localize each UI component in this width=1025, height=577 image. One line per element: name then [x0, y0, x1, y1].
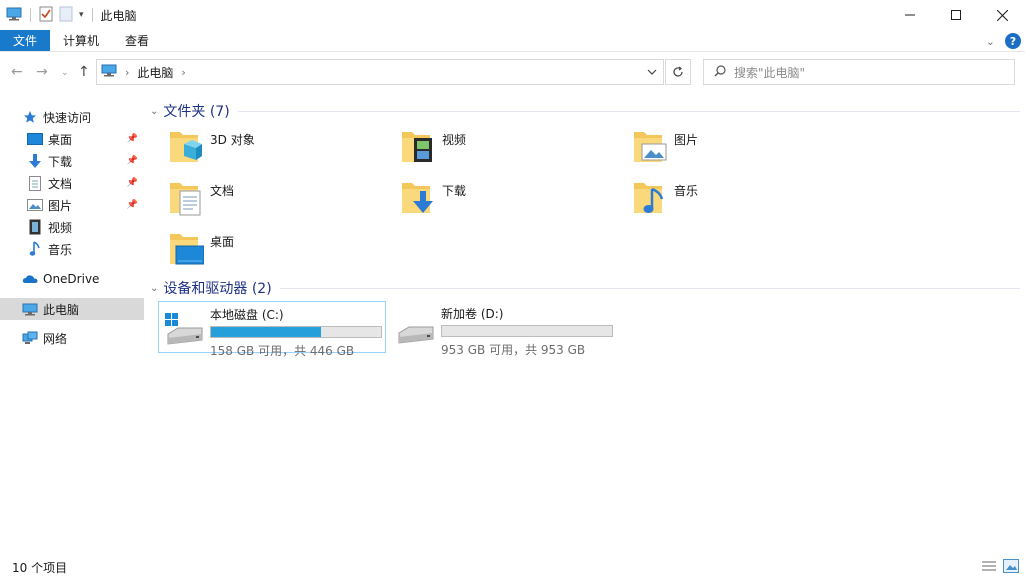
- search-placeholder: 搜索"此电脑": [734, 65, 806, 80]
- sidebar-item-onedrive[interactable]: OneDrive: [0, 268, 144, 290]
- search-icon: [714, 64, 726, 80]
- pin-icon[interactable]: 📌: [127, 156, 138, 166]
- drive-name: 本地磁盘 (C:): [210, 308, 284, 322]
- pin-icon[interactable]: 📌: [127, 178, 138, 188]
- up-arrow-icon[interactable]: ↑: [78, 64, 90, 80]
- details-view-icon[interactable]: [981, 559, 997, 576]
- drive-name: 新加卷 (D:): [441, 307, 504, 321]
- group-divider: [237, 110, 1020, 112]
- status-bar: 10 个项目: [0, 557, 1025, 577]
- drive-icon: [395, 311, 435, 348]
- drives-group-header[interactable]: ⌄ 设备和驱动器 (2): [150, 278, 1020, 298]
- music-note-icon: [27, 241, 43, 257]
- refresh-button[interactable]: [665, 59, 691, 85]
- chevron-down-icon[interactable]: ⌄: [150, 283, 158, 294]
- navigation-pane: 快速访问 桌面 📌 下载 📌 文档 📌 图片 📌 视频 音乐 OneDrive …: [0, 100, 144, 349]
- large-icons-view-icon[interactable]: [1003, 559, 1019, 576]
- ribbon-tabs: 文件 计算机 查看 ⌄ ?: [0, 30, 1025, 52]
- address-dropdown-icon[interactable]: [640, 59, 664, 85]
- address-bar[interactable]: › 此电脑 ›: [96, 59, 664, 85]
- search-input[interactable]: 搜索"此电脑": [703, 59, 1015, 85]
- folder-music[interactable]: 音乐: [632, 177, 864, 225]
- sidebar-item-pictures[interactable]: 图片 📌: [0, 194, 144, 216]
- sidebar-item-videos[interactable]: 视频: [0, 216, 144, 238]
- drive-info: 本地磁盘 (C:) 158 GB 可用，共 446 GB: [210, 306, 382, 359]
- 3d-objects-folder-icon: [168, 126, 204, 169]
- minimize-button[interactable]: [887, 0, 933, 30]
- close-button[interactable]: [979, 0, 1025, 30]
- drive-usage-fill: [211, 327, 321, 337]
- film-icon: [27, 219, 43, 235]
- properties-icon[interactable]: [39, 6, 53, 25]
- tab-file[interactable]: 文件: [0, 30, 50, 51]
- view-switcher: [981, 559, 1019, 576]
- toolbar-divider: [91, 8, 93, 22]
- folder-3d-objects[interactable]: 3D 对象: [168, 126, 400, 174]
- folder-pictures[interactable]: 图片: [632, 126, 864, 174]
- toolbar-divider: [30, 8, 31, 22]
- window-controls: [887, 0, 1025, 30]
- drive-c[interactable]: 本地磁盘 (C:) 158 GB 可用，共 446 GB: [158, 301, 386, 358]
- folder-desktop[interactable]: 桌面: [168, 228, 400, 276]
- chevron-down-icon[interactable]: ⌄: [150, 106, 158, 117]
- drive-d[interactable]: 新加卷 (D:) 953 GB 可用，共 953 GB: [390, 301, 618, 357]
- tab-computer[interactable]: 计算机: [50, 30, 112, 51]
- chevron-right-icon[interactable]: ›: [181, 66, 185, 79]
- network-icon: [22, 330, 38, 346]
- new-folder-icon[interactable]: [59, 6, 73, 25]
- ribbon-right-controls: ⌄ ?: [986, 30, 1021, 52]
- address-row: ← → ⌄ ↑ › 此电脑 › 搜索"此电脑": [0, 56, 1025, 88]
- title-bar: ▾ 此电脑: [0, 0, 1025, 30]
- folder-documents[interactable]: 文档: [168, 177, 400, 225]
- computer-icon: [101, 64, 117, 80]
- expand-ribbon-icon[interactable]: ⌄: [986, 35, 995, 48]
- cloud-icon: [22, 271, 38, 287]
- sidebar-item-downloads[interactable]: 下载 📌: [0, 150, 144, 172]
- drive-size-text: 953 GB 可用，共 953 GB: [441, 343, 586, 357]
- window-title: 此电脑: [100, 8, 137, 23]
- download-arrow-icon: [27, 153, 43, 169]
- help-icon[interactable]: ?: [1005, 33, 1021, 49]
- tab-view[interactable]: 查看: [112, 30, 162, 51]
- sidebar-item-desktop[interactable]: 桌面 📌: [0, 128, 144, 150]
- quick-access-toolbar: ▾: [0, 6, 95, 25]
- pictures-folder-icon: [632, 126, 668, 169]
- group-divider: [279, 287, 1020, 289]
- sidebar-item-this-pc[interactable]: 此电脑: [0, 298, 144, 320]
- drive-info: 新加卷 (D:) 953 GB 可用，共 953 GB: [441, 305, 613, 358]
- desktop-folder-icon: [168, 228, 205, 271]
- downloads-folder-icon: [400, 177, 436, 220]
- maximize-button[interactable]: [933, 0, 979, 30]
- videos-folder-icon: [400, 126, 436, 169]
- sidebar-item-music[interactable]: 音乐: [0, 238, 144, 260]
- document-icon: [27, 175, 43, 191]
- sidebar-item-documents[interactable]: 文档 📌: [0, 172, 144, 194]
- sidebar-item-quick-access[interactable]: 快速访问: [0, 106, 144, 128]
- chevron-right-icon[interactable]: ›: [125, 66, 129, 79]
- drive-size-text: 158 GB 可用，共 446 GB: [210, 344, 355, 358]
- folder-videos[interactable]: 视频: [400, 126, 632, 174]
- customize-dropdown-icon[interactable]: ▾: [79, 10, 84, 20]
- folders-group-header[interactable]: ⌄ 文件夹 (7): [150, 101, 1020, 121]
- picture-icon: [27, 197, 43, 213]
- recent-locations-icon[interactable]: ⌄: [61, 68, 69, 78]
- forward-arrow-icon[interactable]: →: [36, 64, 48, 80]
- documents-folder-icon: [168, 177, 204, 220]
- breadcrumb-this-pc[interactable]: 此电脑: [137, 64, 173, 81]
- pin-icon[interactable]: 📌: [127, 200, 138, 210]
- drive-usage-bar: [210, 326, 382, 338]
- music-folder-icon: [632, 177, 668, 220]
- computer-icon[interactable]: [6, 7, 22, 24]
- pin-icon[interactable]: 📌: [127, 134, 138, 144]
- back-arrow-icon[interactable]: ←: [11, 64, 23, 80]
- star-icon: [22, 109, 38, 125]
- breadcrumb: › 此电脑 ›: [101, 64, 186, 81]
- desktop-icon: [27, 131, 43, 147]
- computer-icon: [22, 301, 38, 317]
- item-count: 10 个项目: [12, 560, 68, 575]
- drive-usage-bar: [441, 325, 613, 337]
- folder-downloads[interactable]: 下载: [400, 177, 632, 225]
- sidebar-item-network[interactable]: 网络: [0, 327, 144, 349]
- windows-drive-icon: [164, 312, 204, 349]
